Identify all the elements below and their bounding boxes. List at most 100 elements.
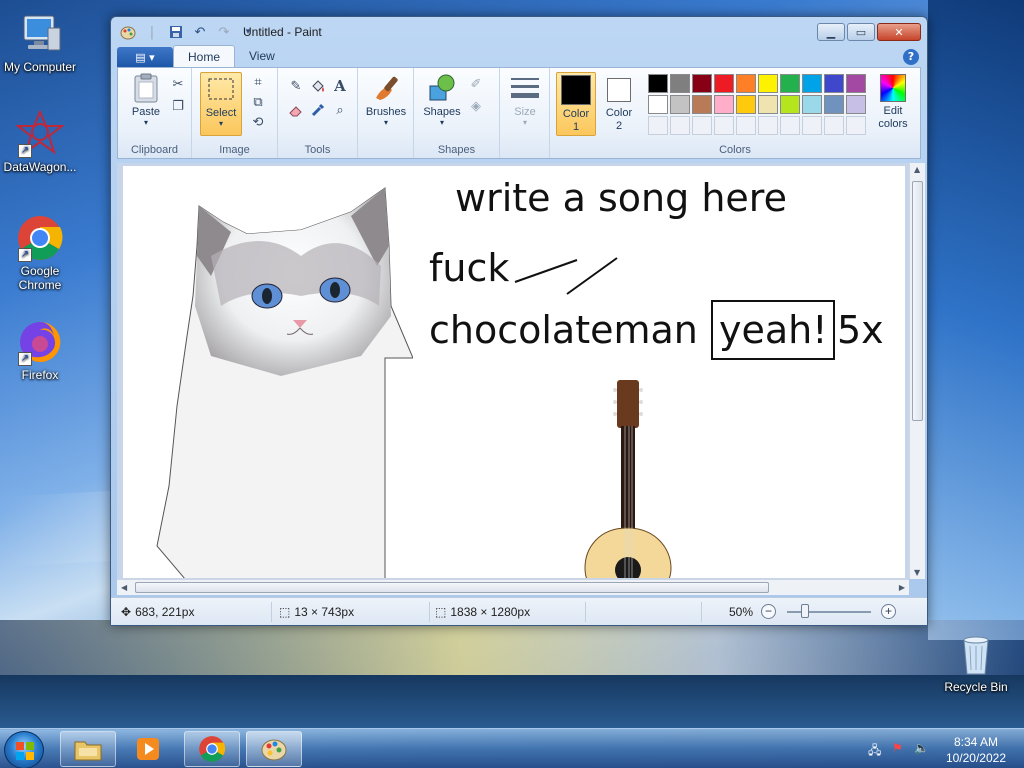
vertical-scrollbar[interactable]: ▲ ▼ bbox=[909, 163, 925, 579]
taskbar-paint[interactable] bbox=[246, 731, 302, 767]
crosshair-icon: ✥ bbox=[121, 605, 132, 619]
taskbar-chrome[interactable] bbox=[184, 731, 240, 767]
palette-color-swatch[interactable] bbox=[758, 74, 778, 93]
cut-icon[interactable]: ✂ bbox=[168, 74, 188, 94]
palette-color-swatch[interactable] bbox=[648, 95, 668, 114]
outline-icon[interactable]: ✐ bbox=[466, 74, 486, 94]
zoom-in-icon[interactable]: + bbox=[881, 604, 896, 619]
rainbow-icon bbox=[880, 74, 906, 102]
color1-button[interactable]: Color 1 bbox=[556, 72, 596, 136]
folder-icon bbox=[74, 741, 102, 761]
group-label: Image bbox=[219, 144, 250, 156]
desktop-icon-chrome[interactable]: ↗ Google Chrome bbox=[0, 214, 80, 292]
palette-custom-slot[interactable] bbox=[714, 116, 734, 135]
palette-color-swatch[interactable] bbox=[846, 74, 866, 93]
palette-custom-slot[interactable] bbox=[736, 116, 756, 135]
palette-custom-slot[interactable] bbox=[758, 116, 778, 135]
edit-colors-button[interactable]: Edit colors bbox=[872, 72, 914, 131]
start-button[interactable] bbox=[4, 731, 44, 768]
copy-icon[interactable]: ❐ bbox=[168, 96, 188, 116]
color-picker-icon[interactable] bbox=[308, 100, 328, 120]
zoom-slider-thumb[interactable] bbox=[801, 604, 809, 618]
paint-app-icon[interactable] bbox=[119, 23, 137, 41]
palette-color-swatch[interactable] bbox=[714, 74, 734, 93]
palette-custom-slot[interactable] bbox=[802, 116, 822, 135]
paste-button[interactable]: Paste ▾ bbox=[124, 72, 168, 127]
palette-color-swatch[interactable] bbox=[648, 74, 668, 93]
brushes-button[interactable]: Brushes ▾ bbox=[362, 72, 410, 127]
palette-custom-slot[interactable] bbox=[692, 116, 712, 135]
system-clock[interactable]: 8:34 AM 10/20/2022 bbox=[946, 734, 1006, 766]
scroll-right-icon[interactable]: ▶ bbox=[899, 583, 905, 592]
image-size: ⬚ 1838 × 1280px bbox=[435, 605, 530, 619]
volume-icon[interactable]: 🔈 bbox=[914, 741, 930, 757]
zoom-out-icon[interactable]: − bbox=[761, 604, 776, 619]
minimize-button[interactable]: ▁ bbox=[817, 23, 845, 41]
palette-color-swatch[interactable] bbox=[758, 95, 778, 114]
shape-fill-icon[interactable]: ◈ bbox=[466, 96, 486, 116]
palette-custom-slot[interactable] bbox=[846, 116, 866, 135]
palette-color-swatch[interactable] bbox=[692, 95, 712, 114]
redo-icon[interactable]: ↷ bbox=[215, 23, 233, 41]
palette-color-swatch[interactable] bbox=[824, 95, 844, 114]
scroll-up-icon[interactable]: ▲ bbox=[914, 165, 920, 174]
desktop-icon-label: Recycle Bin bbox=[944, 680, 1008, 694]
size-label: Size bbox=[514, 106, 536, 118]
palette-custom-slot[interactable] bbox=[670, 116, 690, 135]
network-icon[interactable]: 🖧 bbox=[868, 741, 884, 757]
text-tool-icon[interactable]: A bbox=[330, 76, 350, 96]
eraser-icon[interactable] bbox=[286, 100, 306, 120]
palette-color-swatch[interactable] bbox=[802, 74, 822, 93]
palette-custom-slot[interactable] bbox=[780, 116, 800, 135]
palette-color-swatch[interactable] bbox=[780, 74, 800, 93]
scroll-down-icon[interactable]: ▼ bbox=[914, 568, 920, 577]
tab-home[interactable]: Home bbox=[173, 45, 236, 67]
tab-view[interactable]: View bbox=[235, 45, 289, 67]
desktop-icon-datawagon[interactable]: ↗ DataWagon... bbox=[0, 109, 80, 174]
drawing-canvas[interactable]: write a song here fuck chocolateman yeah… bbox=[123, 166, 905, 578]
palette-color-swatch[interactable] bbox=[846, 95, 866, 114]
rotate-icon[interactable]: ⟲ bbox=[248, 112, 268, 132]
vertical-scroll-thumb[interactable] bbox=[912, 181, 923, 421]
palette-color-swatch[interactable] bbox=[670, 74, 690, 93]
horizontal-scroll-thumb[interactable] bbox=[135, 582, 769, 593]
maximize-button[interactable]: ▭ bbox=[847, 23, 875, 41]
palette-color-swatch[interactable] bbox=[736, 95, 756, 114]
action-center-icon[interactable]: ⚑ bbox=[892, 741, 908, 757]
select-button[interactable]: Select ▾ bbox=[200, 72, 242, 136]
scroll-left-icon[interactable]: ◀ bbox=[121, 583, 127, 592]
undo-icon[interactable]: ↶ bbox=[191, 23, 209, 41]
palette-color-swatch[interactable] bbox=[714, 95, 734, 114]
size-button[interactable]: Size ▾ bbox=[504, 72, 546, 127]
desktop-icon-my-computer[interactable]: My Computer bbox=[0, 10, 80, 74]
desktop-icon-firefox[interactable]: ↗ Firefox bbox=[0, 318, 80, 382]
shapes-button[interactable]: Shapes ▾ bbox=[420, 72, 464, 127]
horizontal-scrollbar[interactable]: ◀ ▶ bbox=[117, 579, 909, 595]
desktop-icon-recycle-bin[interactable]: Recycle Bin bbox=[936, 630, 1016, 694]
zoom-slider-track[interactable] bbox=[787, 611, 871, 613]
magnifier-icon[interactable]: ⌕ bbox=[330, 100, 350, 120]
pencil-icon[interactable]: ✎ bbox=[286, 76, 306, 96]
color2-button[interactable]: Color 2 bbox=[600, 72, 638, 133]
paint-menu-button[interactable]: ▤ ▾ bbox=[117, 47, 173, 67]
palette-custom-slot[interactable] bbox=[824, 116, 844, 135]
fill-icon[interactable] bbox=[308, 76, 328, 96]
palette-color-swatch[interactable] bbox=[780, 95, 800, 114]
palette-color-swatch[interactable] bbox=[824, 74, 844, 93]
help-icon[interactable]: ? bbox=[903, 49, 919, 65]
resize-icon[interactable]: ⧉ bbox=[248, 92, 268, 112]
taskbar-explorer[interactable] bbox=[60, 731, 116, 767]
close-button[interactable]: ✕ bbox=[877, 23, 921, 41]
palette-color-swatch[interactable] bbox=[802, 95, 822, 114]
palette-color-swatch[interactable] bbox=[692, 74, 712, 93]
palette-custom-slot[interactable] bbox=[648, 116, 668, 135]
cursor-position-value: 683, 221px bbox=[135, 605, 195, 619]
palette-color-swatch[interactable] bbox=[736, 74, 756, 93]
title-bar[interactable]: | ↶ ↷ ▾ Untitled - Paint ▁ ▭ ✕ bbox=[111, 17, 927, 47]
crop-icon[interactable]: ⌗ bbox=[248, 72, 268, 92]
taskbar-media-player[interactable] bbox=[122, 731, 174, 767]
canvas-viewport[interactable]: write a song here fuck chocolateman yeah… bbox=[117, 163, 909, 579]
group-label: Colors bbox=[719, 144, 751, 156]
palette-color-swatch[interactable] bbox=[670, 95, 690, 114]
save-icon[interactable] bbox=[167, 23, 185, 41]
